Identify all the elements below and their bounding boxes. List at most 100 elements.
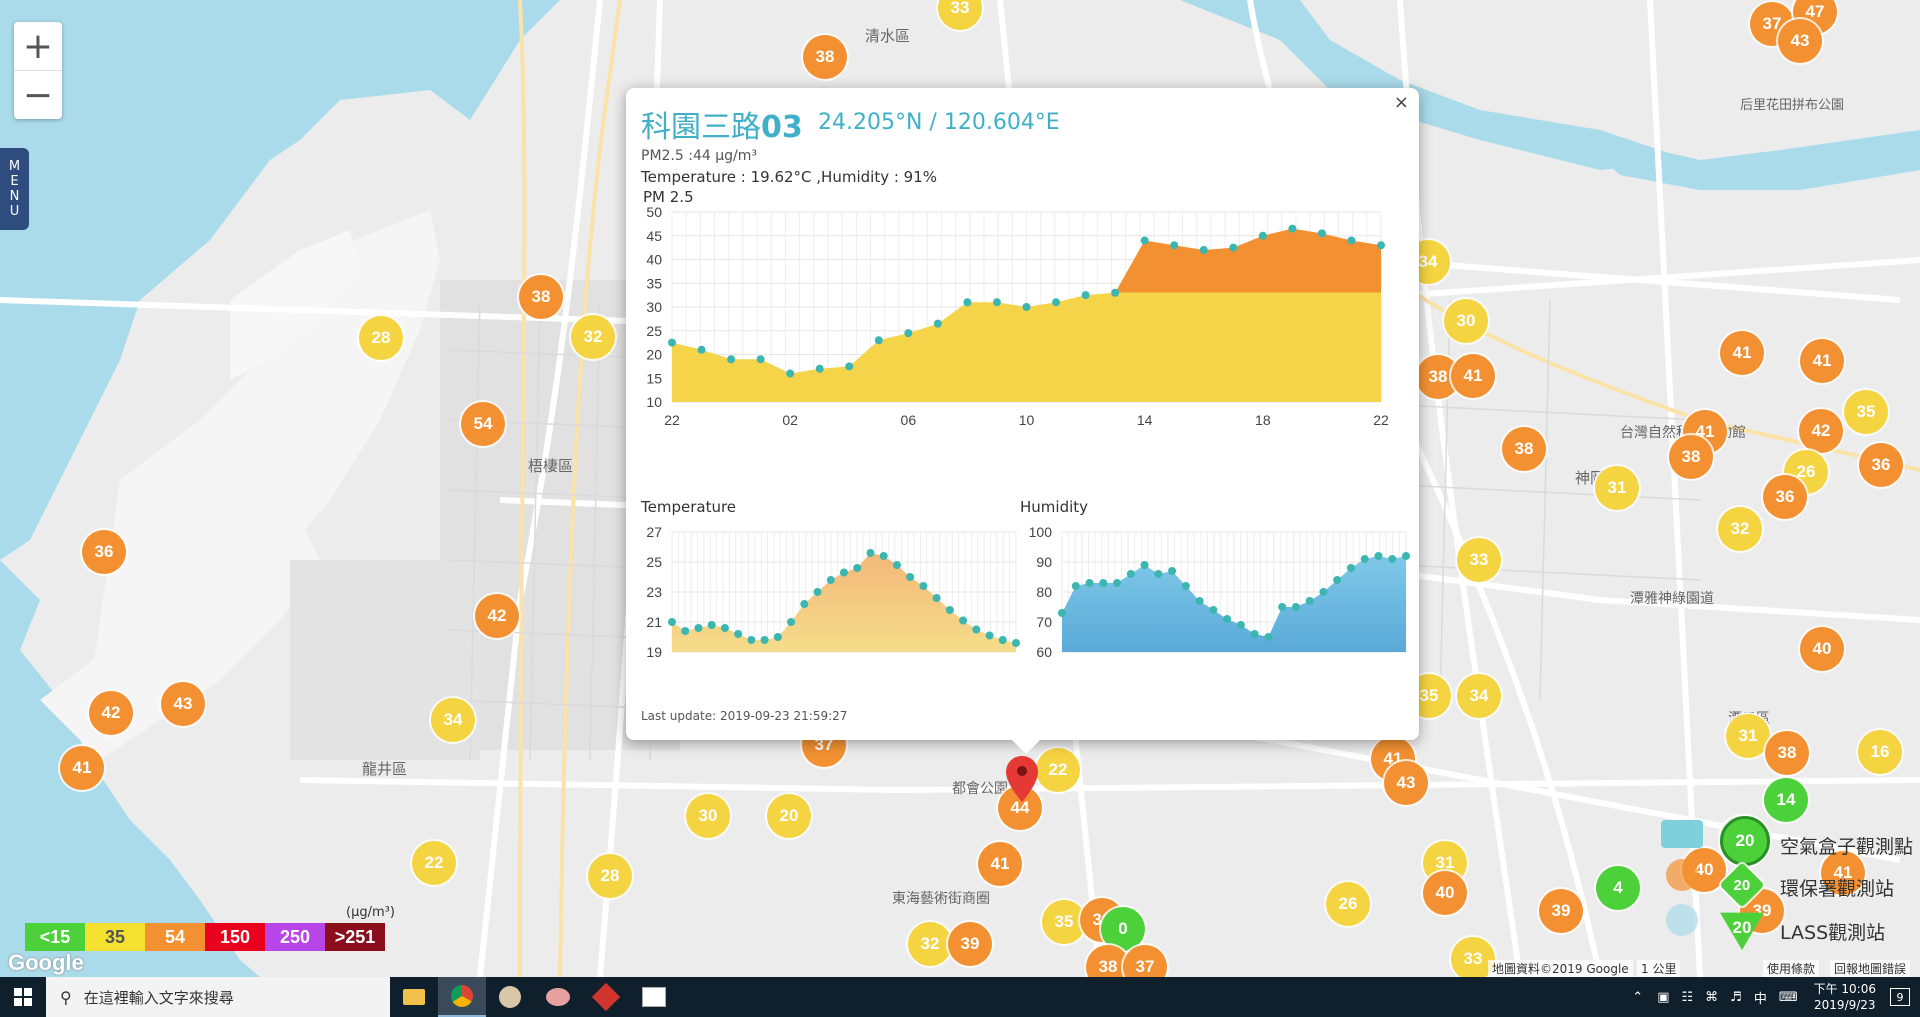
pm25-marker[interactable]: 42 bbox=[1799, 409, 1843, 453]
network-icon[interactable]: ☷ bbox=[1682, 990, 1694, 1005]
lass-legend-label: LASS觀測站 bbox=[1780, 922, 1886, 944]
pm25-marker[interactable]: 31 bbox=[1595, 466, 1639, 510]
pm25-marker[interactable]: 4 bbox=[1596, 866, 1640, 910]
location-pin-icon[interactable] bbox=[1006, 756, 1038, 802]
temperature-humidity-reading: Temperature : 19.62°C ,Humidity : 91% bbox=[641, 168, 938, 186]
chrome-app[interactable] bbox=[438, 977, 486, 1017]
pm25-marker[interactable]: 33 bbox=[1457, 538, 1501, 582]
pm25-marker[interactable]: 36 bbox=[1859, 443, 1903, 487]
wifi-icon[interactable]: ⌘ bbox=[1705, 990, 1718, 1005]
ime-indicator[interactable]: 中 bbox=[1754, 988, 1767, 1007]
data-point bbox=[1140, 561, 1149, 569]
tray-icon[interactable]: ▣ bbox=[1657, 990, 1669, 1005]
volume-icon[interactable]: ♬ bbox=[1730, 990, 1742, 1005]
y-tick-label: 70 bbox=[1036, 614, 1052, 630]
data-point bbox=[1229, 243, 1238, 252]
pm25-marker[interactable]: 36 bbox=[82, 530, 126, 574]
pm25-marker[interactable]: 28 bbox=[588, 854, 632, 898]
data-point bbox=[866, 549, 875, 557]
menu-tab[interactable]: M E N U bbox=[0, 148, 29, 230]
pm25-marker[interactable]: 43 bbox=[161, 682, 205, 726]
start-button[interactable] bbox=[0, 977, 46, 1017]
pm25-marker[interactable]: 41 bbox=[1720, 331, 1764, 375]
menu-letter: E bbox=[10, 174, 19, 189]
temperature-chart-label: Temperature bbox=[641, 498, 737, 516]
pm25-marker[interactable]: 32 bbox=[1718, 507, 1762, 551]
data-point bbox=[1052, 298, 1061, 307]
keyboard-icon[interactable]: ⌨ bbox=[1779, 990, 1798, 1005]
pm25-marker[interactable]: 28 bbox=[359, 316, 403, 360]
pm25-marker[interactable]: 41 bbox=[1800, 339, 1844, 383]
pm25-marker[interactable]: 40 bbox=[1800, 627, 1844, 671]
pm25-marker[interactable]: 31 bbox=[1726, 714, 1770, 758]
pm25-marker[interactable]: 41 bbox=[60, 746, 104, 790]
pm25-marker[interactable]: 30 bbox=[686, 794, 730, 838]
menu-letter: U bbox=[9, 204, 20, 219]
data-point bbox=[694, 624, 703, 632]
map-canvas[interactable]: 清水區 梧棲區 龍井區 神岡區 后里花田拼布公園 台灣自然科學博物館 潭雅神綠園… bbox=[0, 0, 1920, 977]
data-point bbox=[992, 298, 1001, 307]
data-point bbox=[826, 576, 835, 584]
close-icon[interactable]: × bbox=[1394, 92, 1409, 113]
data-point bbox=[668, 618, 676, 626]
pm25-marker[interactable]: 16 bbox=[1858, 730, 1902, 774]
terms-link[interactable]: 使用條款 bbox=[1763, 960, 1820, 977]
pm25-marker[interactable]: 54 bbox=[461, 402, 505, 446]
legend-swatch: 150 bbox=[205, 923, 265, 951]
data-point bbox=[1170, 241, 1179, 250]
pm25-marker[interactable]: 41 bbox=[978, 842, 1022, 886]
pm25-marker[interactable]: 43 bbox=[1384, 761, 1428, 805]
pm25-marker[interactable]: 38 bbox=[1669, 435, 1713, 479]
photos-app[interactable] bbox=[630, 977, 678, 1017]
pm25-legend: <15 35 54 150 250 >251 bbox=[25, 923, 385, 951]
data-point bbox=[1236, 621, 1245, 629]
airbox-legend-marker: 20 bbox=[1720, 816, 1770, 866]
report-error-link[interactable]: 回報地圖錯誤 bbox=[1830, 960, 1911, 977]
pm25-marker[interactable]: 40 bbox=[1423, 871, 1467, 915]
pm25-marker[interactable]: 38 bbox=[1765, 731, 1809, 775]
pm25-marker[interactable]: 43 bbox=[1778, 19, 1822, 63]
station-coordinates: 24.205°N / 120.604°E bbox=[818, 110, 1060, 135]
pm25-marker[interactable]: 38 bbox=[803, 35, 847, 79]
data-point bbox=[727, 355, 736, 364]
pm25-marker[interactable]: 32 bbox=[571, 315, 615, 359]
pm25-marker[interactable]: 20 bbox=[767, 794, 811, 838]
data-point bbox=[932, 594, 941, 602]
pm25-marker[interactable]: 22 bbox=[1036, 748, 1080, 792]
app-4[interactable] bbox=[534, 977, 582, 1017]
app-5[interactable] bbox=[582, 977, 630, 1017]
pm25-marker[interactable]: 26 bbox=[1326, 882, 1370, 926]
zoom-out-button[interactable]: − bbox=[14, 71, 62, 119]
pm25-marker[interactable]: 39 bbox=[948, 922, 992, 966]
pm25-marker[interactable]: 22 bbox=[412, 841, 456, 885]
data-point bbox=[787, 618, 796, 626]
pm25-marker[interactable]: 34 bbox=[431, 698, 475, 742]
data-point bbox=[1181, 582, 1190, 590]
pm25-marker[interactable]: 41 bbox=[1451, 354, 1495, 398]
pm25-marker[interactable]: 39 bbox=[1539, 889, 1583, 933]
data-point bbox=[813, 588, 822, 596]
file-explorer-app[interactable] bbox=[390, 977, 438, 1017]
pm25-marker[interactable]: 38 bbox=[519, 275, 563, 319]
pm25-marker[interactable]: 35 bbox=[1844, 390, 1888, 434]
pm25-marker[interactable]: 42 bbox=[475, 594, 519, 638]
pm25-marker[interactable]: 42 bbox=[89, 691, 133, 735]
notification-icon[interactable]: 9 bbox=[1890, 988, 1910, 1006]
folder-icon bbox=[403, 989, 425, 1005]
pm25-marker[interactable]: 36 bbox=[1763, 475, 1807, 519]
chevron-up-icon[interactable]: ⌃ bbox=[1632, 990, 1643, 1005]
station-name-prefix: 科園三路 bbox=[641, 110, 761, 145]
zoom-in-button[interactable]: + bbox=[14, 22, 62, 70]
district-metro-park: 都會公園 bbox=[952, 781, 1008, 797]
zoom-control: + − bbox=[14, 22, 62, 119]
data-point bbox=[773, 633, 782, 641]
pm25-marker[interactable]: 34 bbox=[1457, 674, 1501, 718]
app-3[interactable] bbox=[486, 977, 534, 1017]
data-point bbox=[1333, 576, 1342, 584]
clock[interactable]: 下午 10:06 2019/9/23 bbox=[1804, 981, 1886, 1013]
taskbar-search[interactable]: ⚲ 在這裡輸入文字來搜尋 bbox=[46, 977, 390, 1017]
pm25-marker[interactable]: 14 bbox=[1764, 778, 1808, 822]
pm25-marker[interactable]: 38 bbox=[1502, 427, 1546, 471]
pm25-marker[interactable]: 30 bbox=[1444, 299, 1488, 343]
pm25-marker[interactable]: 32 bbox=[908, 922, 952, 966]
